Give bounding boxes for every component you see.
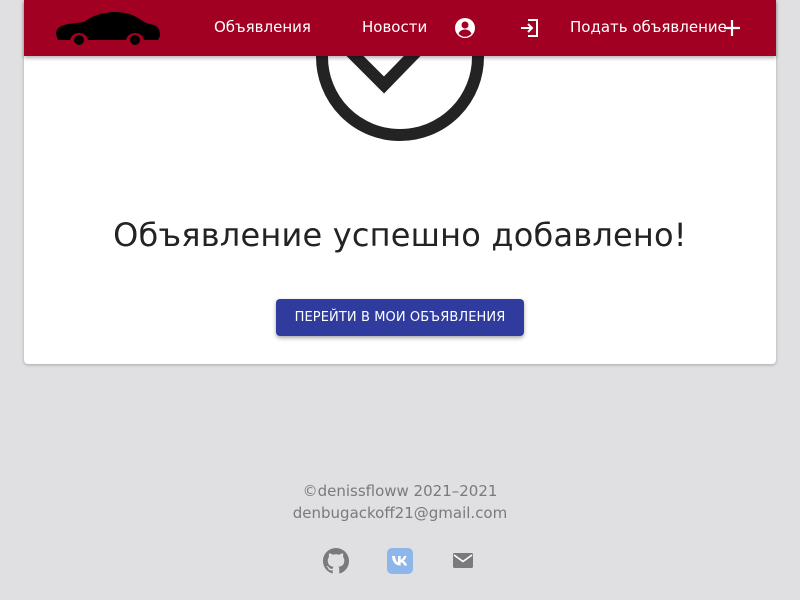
nav-link-ads[interactable]: Объявления <box>214 18 311 36</box>
footer-copyright: ©denissfloww 2021–2021 <box>302 482 498 500</box>
go-to-my-ads-button[interactable]: Перейти в мои объявления <box>276 299 524 336</box>
footer-icons <box>0 548 800 576</box>
mail-icon[interactable] <box>452 551 478 577</box>
submit-ad-link[interactable]: Подать объявление <box>570 18 727 36</box>
car-silhouette-icon[interactable] <box>54 10 162 46</box>
success-message: Объявление успешно добавлено! <box>113 216 687 254</box>
top-navbar: Объявления Новости Подать объявление <box>24 0 776 56</box>
vk-icon[interactable] <box>387 548 413 574</box>
nav-link-news[interactable]: Новости <box>362 18 427 36</box>
footer-email[interactable]: denbugackoff21@gmail.com <box>0 502 800 524</box>
footer: ©denissfloww 2021–2021 denbugackoff21@gm… <box>0 480 800 524</box>
plus-icon[interactable] <box>722 18 742 38</box>
login-icon[interactable] <box>518 16 542 40</box>
account-circle-icon[interactable] <box>453 16 477 40</box>
github-icon[interactable] <box>323 548 349 574</box>
